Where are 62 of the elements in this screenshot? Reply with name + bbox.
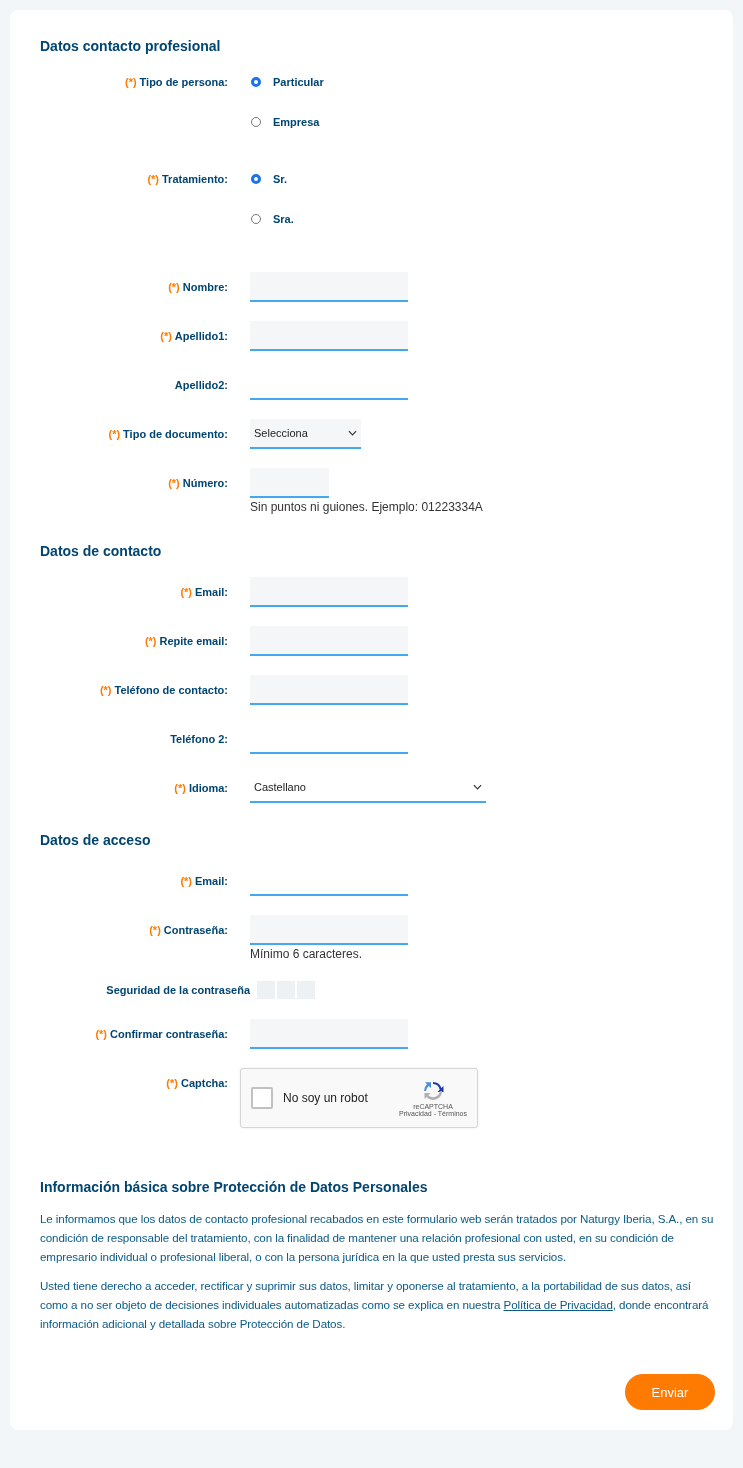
- field-label: Apellido2:: [174, 379, 228, 391]
- input-field[interactable]: [250, 1019, 408, 1049]
- field-label: Tipo de persona:: [139, 76, 228, 88]
- input-field[interactable]: [250, 675, 408, 705]
- hint-text: Sin puntos ni guiones. Ejemplo: 01223334A: [250, 500, 484, 514]
- recaptcha-icon: [421, 1079, 445, 1103]
- section-heading: Datos de acceso: [40, 832, 152, 848]
- field-label: Apellido1:: [174, 330, 228, 342]
- radio-button[interactable]: [251, 174, 261, 184]
- field-label: Repite email:: [159, 635, 228, 647]
- hint-text: Mínimo 6 caracteres.: [250, 947, 364, 961]
- required-mark: (*): [168, 281, 180, 293]
- section-heading: Datos de contacto: [40, 543, 163, 559]
- paragraph: Usted tiene derecho a acceder, rectificar y suprimir sus datos, limitar y oponerse al tratamiento, a la portabilidad de sus datos, así como a no ser objeto de decisiones individuales automatizadas como se explica en nuestra Política de Privacidad, donde encontrará información adicional y detallada sobre Protección de Datos.: [40, 1278, 710, 1332]
- required-mark: (*): [144, 635, 157, 647]
- checkbox-label: No soy un robot: [283, 1091, 369, 1105]
- required-mark: (*): [174, 782, 186, 794]
- field-label: Teléfono de contacto:: [114, 684, 228, 696]
- input-field[interactable]: [250, 626, 408, 656]
- required-mark: (*): [95, 1028, 107, 1040]
- field-label: Captcha:: [180, 1077, 228, 1089]
- option-label[interactable]: Sra.: [273, 213, 294, 225]
- field-label: Tratamiento:: [162, 173, 228, 185]
- radio-button[interactable]: [251, 77, 261, 87]
- required-mark: (*): [108, 428, 121, 440]
- required-mark: (*): [149, 924, 161, 936]
- radio-button[interactable]: [251, 214, 261, 224]
- radio-button[interactable]: [251, 117, 261, 127]
- field-label: Contraseña:: [163, 924, 228, 936]
- input-field[interactable]: [250, 468, 329, 498]
- required-mark: (*): [124, 76, 137, 88]
- option-label[interactable]: Sr.: [273, 173, 288, 185]
- section-heading: Datos contacto profesional: [40, 38, 222, 54]
- section-heading: Información básica sobre Protección de Datos Personales: [40, 1179, 429, 1195]
- privacy-policy-link[interactable]: Política de Privacidad: [503, 1298, 613, 1311]
- field-label: Teléfono 2:: [170, 733, 228, 745]
- field-label: Email:: [195, 875, 228, 887]
- input-field[interactable]: [250, 272, 408, 302]
- chevron-icon: [348, 430, 357, 436]
- field-label: Confirmar contraseña:: [110, 1028, 228, 1040]
- option-label[interactable]: Empresa: [273, 116, 320, 128]
- chevron-icon: [473, 784, 482, 790]
- input-field[interactable]: [250, 915, 408, 945]
- required-mark: (*): [166, 1077, 178, 1089]
- required-mark: (*): [180, 875, 192, 887]
- required-mark: (*): [160, 330, 172, 342]
- paragraph: Le informamos que los datos de contacto profesional recabados en este formulario web serán tratados por Naturgy Iberia, S.A., en su condición de responsable del tratamiento, con la finalidad de mantener una relación profesional con usted, en su condición de empresario individual o profesional liberal, o con la persona jurídica en la que usted presta sus servicios.: [40, 1211, 715, 1265]
- field-label: Nombre:: [182, 281, 228, 293]
- field-label: Idioma:: [188, 782, 228, 794]
- input-field[interactable]: [250, 321, 408, 351]
- field-label: Tipo de documento:: [123, 428, 228, 440]
- input-field[interactable]: [250, 577, 408, 607]
- required-mark: (*): [180, 586, 192, 598]
- option-label[interactable]: Particular: [273, 76, 324, 88]
- field-label: Seguridad de la contraseña: [106, 984, 250, 996]
- field-label: Email:: [195, 586, 228, 598]
- required-mark: (*): [147, 173, 159, 185]
- checkbox[interactable]: [251, 1087, 273, 1109]
- required-mark: (*): [168, 477, 180, 489]
- dropdown[interactable]: Selecciona: [250, 419, 361, 449]
- required-mark: (*): [99, 684, 112, 696]
- field-label: Número:: [182, 477, 228, 489]
